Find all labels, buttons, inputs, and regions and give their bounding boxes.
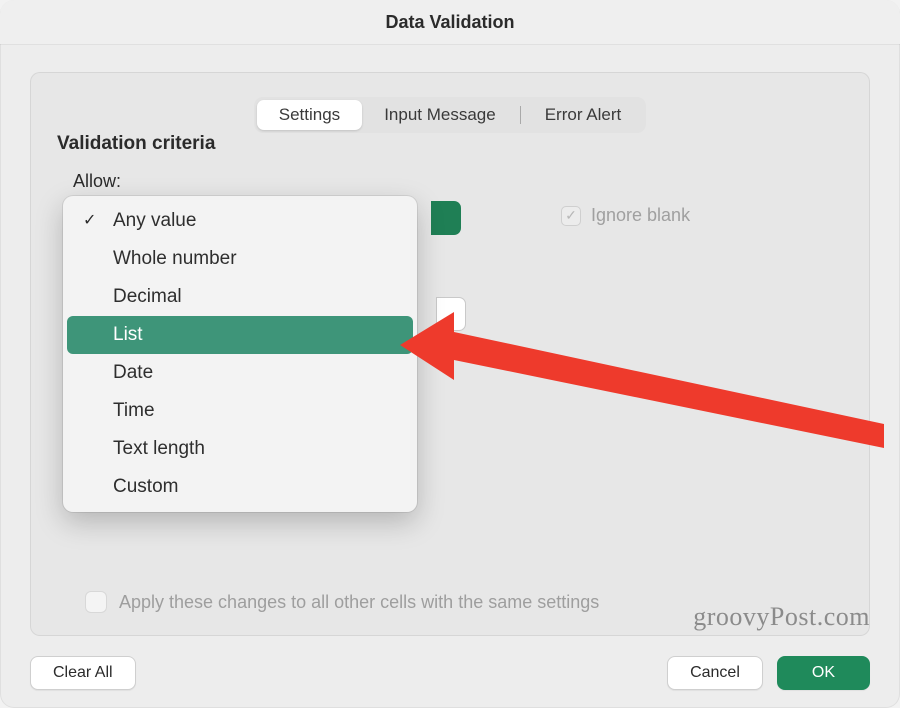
button-row: Clear All Cancel OK [30, 656, 870, 690]
watermark: groovyPost.com [693, 602, 870, 632]
option-label: Decimal [113, 286, 182, 307]
allow-option-whole-number[interactable]: Whole number [67, 240, 413, 278]
allow-select-behind[interactable] [431, 201, 461, 235]
option-label: Any value [113, 210, 196, 231]
allow-dropdown[interactable]: ✓ Any value Whole number Decimal List Da… [63, 196, 417, 512]
ok-button[interactable]: OK [777, 656, 870, 690]
allow-option-time[interactable]: Time [67, 392, 413, 430]
dialog-title: Data Validation [0, 0, 900, 44]
apply-all-label: Apply these changes to all other cells w… [119, 592, 599, 613]
tabbar: Settings Input Message Error Alert [254, 97, 646, 133]
checkmark-icon: ✓ [83, 202, 96, 240]
allow-option-decimal[interactable]: Decimal [67, 278, 413, 316]
option-label: List [113, 324, 143, 345]
tab-input-message[interactable]: Input Message [362, 100, 518, 130]
section-title: Validation criteria [57, 133, 215, 155]
dialog-window: Data Validation Settings Input Message E… [0, 0, 900, 708]
ignore-blank-label: Ignore blank [591, 205, 690, 226]
allow-option-date[interactable]: Date [67, 354, 413, 392]
apply-all-checkbox [85, 591, 107, 613]
option-label: Custom [113, 476, 178, 497]
allow-option-text-length[interactable]: Text length [67, 430, 413, 468]
allow-label: Allow: [73, 171, 121, 192]
allow-option-any-value[interactable]: ✓ Any value [67, 202, 413, 240]
apply-all-row: Apply these changes to all other cells w… [85, 591, 599, 613]
ignore-blank-row: ✓ Ignore blank [561, 205, 690, 226]
clear-all-button[interactable]: Clear All [30, 656, 136, 690]
option-label: Text length [113, 438, 205, 459]
option-label: Date [113, 362, 153, 383]
tabbar-wrap: Settings Input Message Error Alert [31, 73, 869, 133]
option-label: Whole number [113, 248, 237, 269]
option-label: Time [113, 400, 155, 421]
ignore-blank-checkbox: ✓ [561, 206, 581, 226]
allow-option-list[interactable]: List [67, 316, 413, 354]
tab-error-alert[interactable]: Error Alert [523, 100, 644, 130]
check-icon: ✓ [565, 207, 577, 224]
tab-settings[interactable]: Settings [257, 100, 362, 130]
data-select-behind[interactable] [436, 297, 466, 331]
cancel-button[interactable]: Cancel [667, 656, 763, 690]
allow-option-custom[interactable]: Custom [67, 468, 413, 506]
tab-separator [520, 106, 521, 124]
